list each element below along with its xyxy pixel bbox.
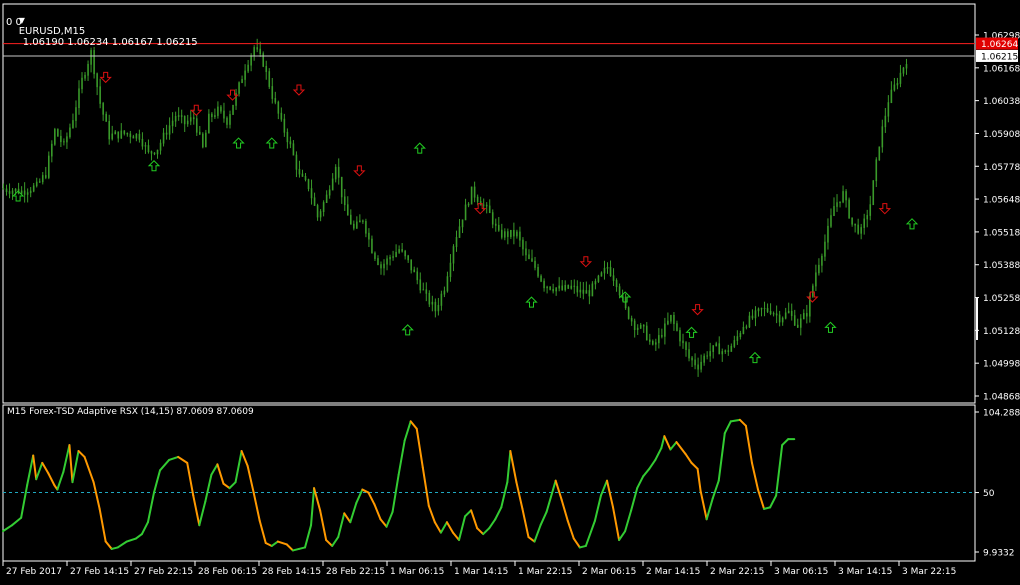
ask-price-tag-label: 1.06264 — [981, 40, 1018, 50]
price-tick-label: 1.05778 — [983, 163, 1020, 173]
price-tick-label: 1.05648 — [983, 196, 1020, 206]
price-tick-label: 1.05908 — [983, 130, 1020, 140]
indicator-tick-label: 50 — [983, 489, 995, 499]
time-tick-label: 1 Mar 14:15 — [454, 567, 508, 577]
terminal-chart-window[interactable]: 1.06298 1.06168 1.06038 1.05908 1.05778 1.056… — [0, 0, 1020, 581]
price-tick-label: 1.06038 — [983, 97, 1020, 107]
price-tick-label: 1.05128 — [983, 327, 1020, 337]
chart-header: ▼ EURUSD,M15 1.06190 1.06234 1.06167 1.0… — [6, 4, 198, 59]
time-tick-label: 3 Mar 22:15 — [902, 567, 956, 577]
time-tick-label: 1 Mar 06:15 — [390, 567, 444, 577]
chart-shift-marker[interactable] — [976, 298, 978, 340]
time-tick-label: 3 Mar 14:15 — [838, 567, 892, 577]
ohlc-values: 1.06190 1.06234 1.06167 1.06215 — [22, 37, 198, 48]
chart-canvas[interactable]: 1.062981.061681.060381.059081.057781.056… — [0, 0, 1020, 581]
indicator-title: M15 Forex-TSD Adaptive RSX (14,15) 87.06… — [7, 407, 254, 417]
bid-price-tag-label: 1.06215 — [981, 52, 1018, 62]
time-tick-label: 2 Mar 06:15 — [582, 567, 636, 577]
price-tick-label: 1.06168 — [983, 64, 1020, 74]
price-tick-label: 1.05258 — [983, 294, 1020, 304]
time-tick-label: 27 Feb 22:15 — [134, 567, 193, 577]
time-tick-label: 27 Feb 2017 — [6, 567, 62, 577]
indicator-tick-label: 104.2889 — [983, 409, 1020, 419]
time-tick-label: 28 Feb 14:15 — [262, 567, 321, 577]
time-tick-label: 27 Feb 14:15 — [70, 567, 129, 577]
indicator-tick-label: 9.9332 — [983, 549, 1015, 559]
chart-subheader: 0 0 — [6, 17, 22, 28]
time-tick-label: 2 Mar 14:15 — [646, 567, 700, 577]
time-tick-label: 2 Mar 22:15 — [710, 567, 764, 577]
price-tick-label: 1.04998 — [983, 360, 1020, 370]
symbol-timeframe: EURUSD,M15 — [18, 26, 86, 37]
time-tick-label: 1 Mar 22:15 — [518, 567, 572, 577]
time-tick-label: 3 Mar 06:15 — [774, 567, 828, 577]
time-tick-label: 28 Feb 22:15 — [326, 567, 385, 577]
price-tick-label: 1.05518 — [983, 228, 1020, 238]
price-tick-label: 1.04868 — [983, 393, 1020, 403]
time-tick-label: 28 Feb 06:15 — [198, 567, 257, 577]
price-tick-label: 1.05388 — [983, 261, 1020, 271]
